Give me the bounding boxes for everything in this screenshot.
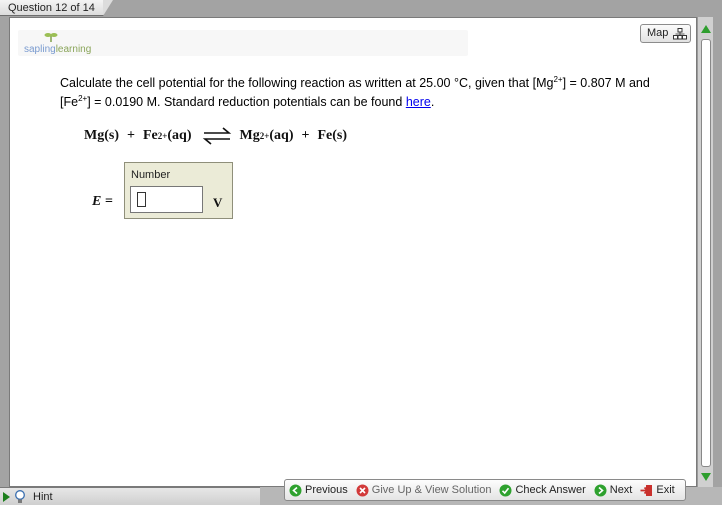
check-answer-button[interactable]: Check Answer xyxy=(499,484,586,497)
reaction-equation: Mg(s) + Fe 2+ (aq) Mg 2+ (aq) + Fe(s) xyxy=(84,124,347,148)
scroll-down-icon[interactable] xyxy=(700,471,712,483)
exit-button[interactable]: Exit xyxy=(640,484,675,497)
action-bar: Previous Give Up & View Solution Check A… xyxy=(284,479,686,501)
question-panel: saplinglearning Map Calculate the cell p… xyxy=(9,17,697,487)
equilibrium-arrows-icon xyxy=(202,127,231,145)
sitemap-icon xyxy=(673,28,687,40)
question-part1: Calculate the cell potential for the fol… xyxy=(60,76,554,91)
map-button[interactable]: Map xyxy=(640,24,691,43)
number-label: Number xyxy=(131,169,171,181)
previous-arrow-icon xyxy=(289,484,302,496)
product-mg: Mg xyxy=(239,128,260,143)
check-icon xyxy=(499,484,512,496)
next-arrow-icon xyxy=(594,484,607,496)
previous-label: Previous xyxy=(305,484,348,496)
charge-mg: 2+ xyxy=(553,75,563,84)
next-label: Next xyxy=(609,484,633,496)
scroll-thumb[interactable] xyxy=(701,39,711,467)
question-end: . xyxy=(430,95,435,110)
unit-label: V xyxy=(213,195,223,210)
expand-arrow-icon xyxy=(3,492,10,502)
previous-button[interactable]: Previous xyxy=(289,484,348,497)
charge-fe: 2+ xyxy=(78,94,88,104)
exit-door-icon xyxy=(640,484,653,496)
logo-bar: saplinglearning xyxy=(18,30,468,56)
product-mg-state: (aq) xyxy=(269,128,294,143)
product-mg-charge: 2+ xyxy=(259,131,270,141)
question-text: Calculate the cell potential for the fol… xyxy=(60,72,670,110)
text-cursor xyxy=(137,192,146,207)
hint-button[interactable]: Hint xyxy=(0,487,260,505)
reactant-fe-state: (aq) xyxy=(167,128,192,143)
answer-input[interactable] xyxy=(130,186,203,213)
vertical-scrollbar[interactable] xyxy=(697,17,713,487)
check-answer-label: Check Answer xyxy=(515,484,586,496)
product-fe: Fe(s) xyxy=(317,128,348,143)
question-part3: ] = 0.0190 M. Standard reduction potenti… xyxy=(87,95,406,110)
hint-label: Hint xyxy=(33,491,53,503)
answer-box: Number V xyxy=(124,162,233,219)
question-tab: Question 12 of 14 xyxy=(0,0,113,16)
logo-part2: learning xyxy=(55,44,92,55)
logo: saplinglearning xyxy=(24,44,91,55)
map-label: Map xyxy=(647,27,669,39)
logo-part1: sapling xyxy=(24,44,56,55)
exit-label: Exit xyxy=(656,484,675,496)
next-button[interactable]: Next xyxy=(594,484,633,497)
app-frame: Question 12 of 14 saplinglearning Map Ca… xyxy=(0,0,722,505)
sapling-leaf-icon xyxy=(44,33,58,42)
plus-sign-2: + xyxy=(301,128,310,143)
give-up-label: Give Up & View Solution xyxy=(371,484,492,496)
reactant-fe: Fe xyxy=(142,128,158,143)
give-up-button[interactable]: Give Up & View Solution xyxy=(356,484,492,497)
question-counter: Question 12 of 14 xyxy=(8,2,95,14)
lightbulb-icon xyxy=(15,490,25,503)
reduction-potentials-link[interactable]: here xyxy=(406,95,431,109)
reactant-fe-charge: 2+ xyxy=(157,131,168,141)
scroll-up-icon[interactable] xyxy=(700,23,712,35)
reactant-mg: Mg(s) xyxy=(84,128,119,143)
cell-potential-label: E = xyxy=(92,194,113,209)
give-up-x-icon xyxy=(356,484,369,496)
plus-sign: + xyxy=(127,128,135,143)
